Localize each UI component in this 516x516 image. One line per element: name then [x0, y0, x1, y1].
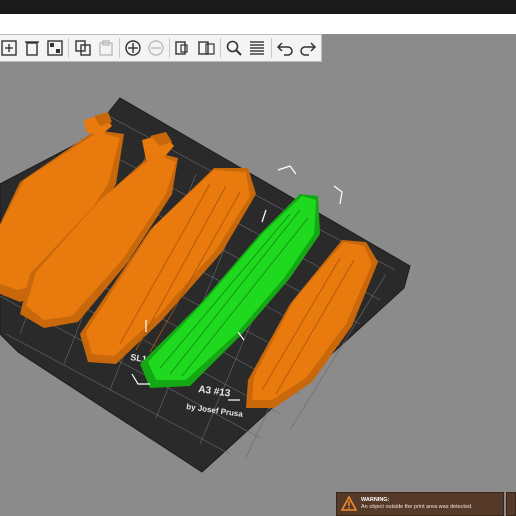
search-icon[interactable]	[225, 38, 244, 58]
warning-message: An object outside the print area was det…	[361, 504, 473, 510]
redo-icon[interactable]	[298, 38, 317, 58]
notification-edge	[506, 492, 516, 516]
undo-icon[interactable]	[275, 38, 294, 58]
toolbar-separator	[118, 38, 120, 58]
warning-notification[interactable]: WARNING: An object outside the print are…	[336, 492, 504, 516]
add-instance-icon[interactable]	[124, 38, 143, 58]
remove-instance-icon[interactable]	[147, 38, 166, 58]
title-bar	[0, 0, 516, 14]
split-parts-icon[interactable]	[197, 38, 216, 58]
top-toolbar	[0, 34, 322, 62]
toolbar-separator	[169, 38, 171, 58]
toolbar-separator	[270, 38, 272, 58]
warning-icon	[341, 496, 357, 511]
delete-all-icon[interactable]	[46, 38, 65, 58]
toolbar-separator	[68, 38, 70, 58]
layers-icon[interactable]	[248, 38, 267, 58]
add-icon[interactable]	[0, 38, 19, 58]
split-objects-icon[interactable]	[174, 38, 193, 58]
delete-icon[interactable]	[23, 38, 42, 58]
warning-title: WARNING:	[361, 497, 390, 503]
paste-icon[interactable]	[96, 38, 115, 58]
toolbar-separator	[219, 38, 221, 58]
3d-viewport[interactable]: SL1S A3 #13 by Josef Prusa WARNING: An o…	[0, 34, 516, 516]
menu-strip	[0, 14, 516, 35]
copy-icon[interactable]	[73, 38, 92, 58]
plater-scene[interactable]: SL1S A3 #13 by Josef Prusa	[0, 34, 516, 516]
